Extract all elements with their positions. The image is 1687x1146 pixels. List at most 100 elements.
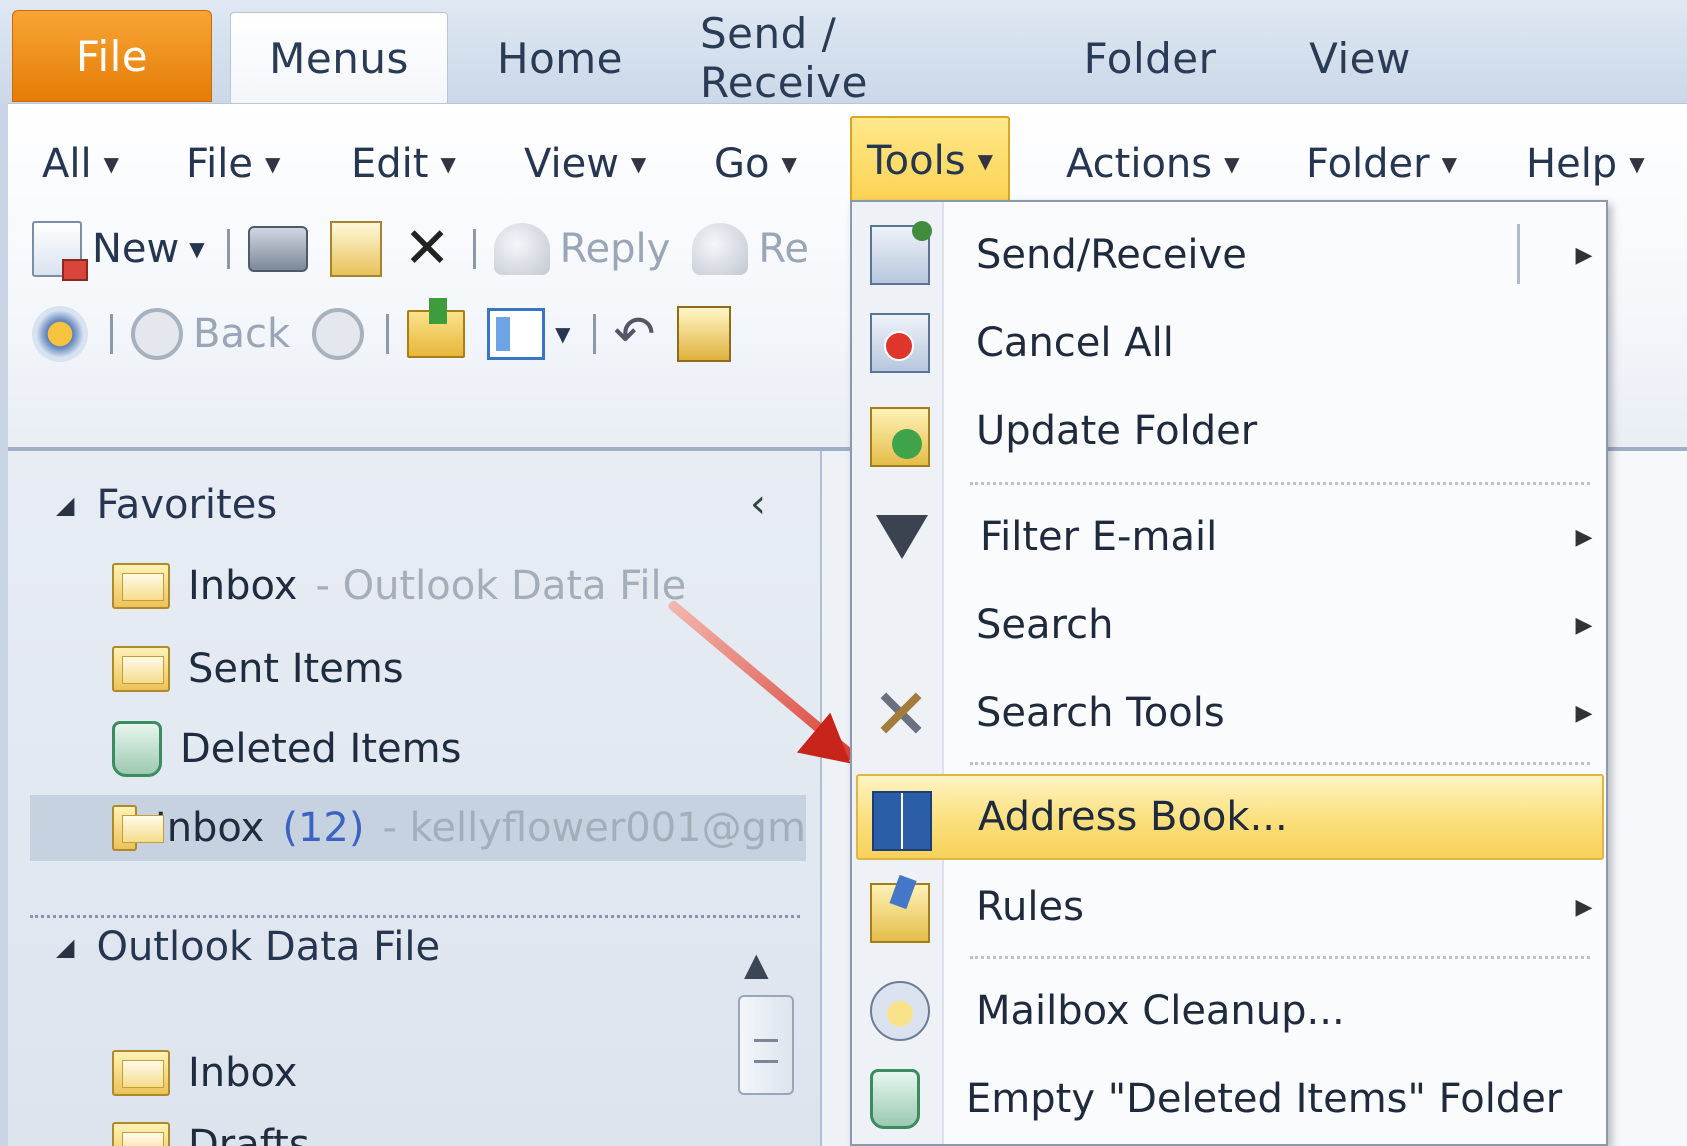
new-button[interactable]: New ▼ — [32, 221, 205, 281]
forward-button[interactable] — [312, 308, 365, 360]
folder-deleted-items[interactable]: Deleted Items — [112, 716, 461, 782]
up-one-level-button[interactable] — [407, 298, 466, 358]
back-button-label: Back — [193, 311, 291, 357]
tab-menus[interactable]: Menus — [230, 12, 448, 104]
submenu-arrow-icon: ▶ — [1575, 894, 1593, 920]
tab-home[interactable]: Home — [480, 12, 640, 104]
menu-item-label: Cancel All — [976, 320, 1174, 366]
menu-tools[interactable]: Tools ▼ — [850, 116, 1010, 206]
menu-item-mailbox-cleanup[interactable]: Mailbox Cleanup... — [856, 968, 1604, 1054]
folder-name: Inbox — [188, 563, 298, 609]
tab-send-receive[interactable]: Send / Receive — [700, 9, 1000, 107]
tab-view[interactable]: View — [1290, 12, 1430, 104]
folder-subtext: - Outlook Data File — [315, 563, 687, 609]
reply-all-icon — [692, 223, 749, 275]
menu-go-label: Go — [714, 141, 770, 187]
new-mail-icon — [32, 221, 88, 281]
toolbar-row-2: Back ▼ ↶ — [32, 294, 753, 374]
menu-item-search[interactable]: Search ▶ — [856, 582, 1604, 668]
tab-file[interactable]: File — [12, 10, 212, 102]
menu-item-rules[interactable]: Rules ▶ — [856, 864, 1604, 950]
folder-inbox-datafile[interactable]: Inbox — [112, 1040, 297, 1106]
menu-item-label: Mailbox Cleanup... — [976, 988, 1345, 1034]
menu-item-filter-email[interactable]: Filter E-mail ▶ — [856, 494, 1604, 580]
menu-item-search-tools[interactable]: Search Tools ▶ — [856, 670, 1604, 756]
print-button[interactable] — [247, 226, 308, 272]
scroll-up-arrow-icon[interactable]: ▲ — [744, 945, 769, 983]
menu-view[interactable]: View ▼ — [516, 134, 654, 194]
chevron-left-icon[interactable]: ‹ — [750, 481, 766, 527]
menu-item-label: Address Book... — [978, 794, 1288, 840]
menu-item-send-receive[interactable]: Send/Receive ▶ — [856, 212, 1604, 298]
outlook-data-file-header[interactable]: ◢ Outlook Data File — [56, 917, 440, 977]
menu-folder[interactable]: Folder ▼ — [1298, 134, 1465, 194]
reply-all-button-label: Re — [758, 226, 809, 272]
search-tools-icon — [870, 683, 930, 743]
dropdown-caret-icon: ▼ — [977, 149, 993, 173]
address-book-toolbar-button[interactable] — [677, 306, 732, 362]
folder-inbox-favorite[interactable]: Inbox - Outlook Data File — [112, 553, 686, 619]
menu-item-update-folder[interactable]: Update Folder — [856, 388, 1604, 474]
menu-separator — [970, 762, 1590, 765]
split-separator — [1517, 224, 1520, 284]
move-button[interactable] — [329, 221, 382, 277]
undo-icon: ↶ — [613, 305, 656, 363]
folder-name: Sent Items — [188, 646, 404, 692]
address-book-icon — [872, 791, 932, 851]
menu-item-label: Empty "Deleted Items" Folder — [966, 1076, 1563, 1122]
menu-help-label: Help — [1526, 141, 1618, 187]
menu-item-label: Update Folder — [976, 408, 1258, 454]
menu-item-address-book[interactable]: Address Book... — [856, 774, 1604, 860]
collapse-triangle-icon: ◢ — [56, 933, 75, 961]
menu-help[interactable]: Help ▼ — [1518, 134, 1653, 194]
delete-button[interactable]: ✕ — [404, 221, 451, 277]
forward-arrow-icon — [312, 308, 365, 360]
dropdown-caret-icon: ▼ — [1441, 152, 1458, 176]
scrollbar-thumb[interactable] — [738, 995, 794, 1095]
folder-drafts[interactable]: Drafts — [112, 1112, 310, 1146]
folder-subtext: - kellyflower001@gm — [382, 805, 806, 851]
menu-tools-label: Tools — [867, 138, 966, 184]
reply-button-label: Reply — [559, 226, 671, 272]
reading-pane — [1606, 451, 1687, 1146]
reply-button[interactable]: Reply — [493, 223, 671, 275]
pane-divider — [820, 451, 850, 1146]
folder-sent-items[interactable]: Sent Items — [112, 636, 404, 702]
menu-item-label: Search Tools — [976, 690, 1225, 736]
dropdown-caret-icon: ▼ — [1224, 152, 1240, 176]
menu-actions[interactable]: Actions ▼ — [1058, 134, 1248, 194]
menu-file-label: File — [186, 141, 253, 187]
menu-go[interactable]: Go ▼ — [706, 134, 805, 194]
back-button[interactable]: Back — [131, 308, 290, 360]
reading-pane-button[interactable]: ▼ — [487, 308, 571, 360]
update-folder-icon — [870, 407, 930, 467]
menu-item-cancel-all[interactable]: Cancel All — [856, 300, 1604, 386]
inbox-folder-icon — [112, 1050, 170, 1096]
menu-all[interactable]: All ▼ — [34, 134, 127, 194]
ribbon-tab-bar: File Menus Home Send / Receive Folder Vi… — [0, 0, 1687, 107]
inbox-folder-icon — [112, 563, 170, 609]
favorites-header[interactable]: ◢ Favorites — [56, 475, 277, 535]
delete-x-icon: ✕ — [403, 216, 451, 281]
collapse-triangle-icon: ◢ — [56, 491, 75, 519]
toolbar-separator — [386, 314, 390, 354]
section-divider — [30, 915, 800, 918]
menu-file[interactable]: File ▼ — [178, 134, 288, 194]
folder-up-icon — [407, 298, 466, 358]
toolbar-separator — [592, 314, 596, 354]
reply-all-button[interactable]: Re — [692, 223, 809, 275]
address-book-icon — [677, 306, 732, 362]
folder-inbox-selected[interactable]: Inbox (12) - kellyflower001@gm — [30, 795, 806, 861]
tab-folder[interactable]: Folder — [1070, 12, 1230, 104]
submenu-arrow-icon: ▶ — [1575, 612, 1593, 638]
cancel-all-icon — [870, 313, 930, 373]
menu-item-empty-deleted[interactable]: Empty "Deleted Items" Folder — [856, 1056, 1604, 1142]
blank-icon — [870, 595, 930, 655]
menu-edit[interactable]: Edit ▼ — [343, 134, 464, 194]
sent-folder-icon — [112, 646, 170, 692]
menu-item-label: Search — [976, 602, 1114, 648]
undo-button[interactable]: ↶ — [614, 305, 656, 363]
dropdown-caret-icon: ▼ — [440, 152, 456, 176]
send-receive-all-button[interactable] — [32, 306, 88, 362]
dropdown-caret-icon: ▼ — [781, 152, 797, 176]
